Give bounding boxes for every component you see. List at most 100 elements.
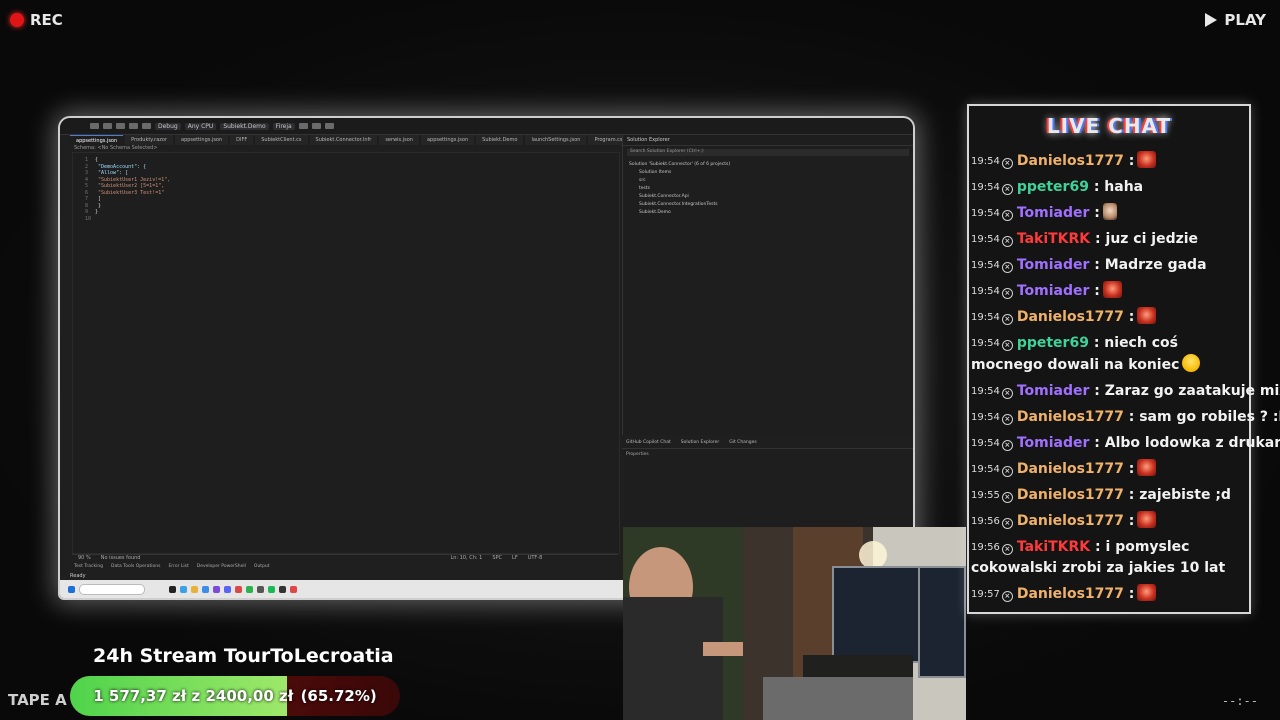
line-ending[interactable]: LF [512,555,518,562]
tree-item[interactable]: Solution 'Subiekt.Connector' (6 of 6 pro… [629,161,907,169]
run-button[interactable]: Fireja [272,122,295,130]
toolbar-icon[interactable] [129,123,138,129]
cursor-position: Ln: 10, Ch: 1 [450,555,483,561]
editor-tab[interactable]: serwis.json [379,135,419,145]
visual-studio-icon[interactable] [213,585,220,593]
bottom-tab[interactable]: Error List [168,564,188,571]
tree-item[interactable]: Solution Items [629,169,907,177]
toolbar-icon[interactable] [90,123,99,129]
startup-select[interactable]: Subiekt.Demo [220,122,269,130]
chat-username[interactable]: Danielos1777 [1017,513,1124,529]
bottom-tab[interactable]: Test Tracking [74,564,103,571]
app-icon[interactable] [290,585,297,593]
tree-item[interactable]: tests [629,185,907,193]
chat-username[interactable]: Tomiader [1017,205,1090,221]
chat-username[interactable]: TakiTKRK [1017,231,1090,247]
indent-mode[interactable]: SPC [492,555,502,562]
properties-panel: Properties [622,450,912,528]
taskbar-search[interactable] [79,583,145,595]
chat-message: 19:54 × ppeter69 : niech coś mocnego dowal… [971,333,1247,376]
chat-username[interactable]: Tomiader [1017,435,1090,451]
message-time: 19:56 [971,516,1000,527]
tree-item[interactable]: Subiekt.Demo [629,209,907,217]
zoom-level[interactable]: 90 % [78,555,91,562]
emote-icon [1137,584,1157,601]
toolbar-icon[interactable] [103,123,112,129]
chat-username[interactable]: TakiTKRK [1017,539,1090,555]
chat-message: 19:56 × TakiTKRK : i pomyslec cokowalski z… [971,537,1247,579]
toolbar-icon[interactable] [298,123,308,129]
chat-username[interactable]: Tomiader [1017,283,1090,299]
chat-username[interactable]: Tomiader [1017,383,1090,399]
emote-icon [1182,354,1201,372]
platform-select[interactable]: Any CPU [184,122,217,130]
message-text: : [1123,309,1135,325]
editor-tab[interactable]: appsettings.json [70,135,124,145]
config-select[interactable]: Debug [155,122,181,130]
editor-tab[interactable]: Produkty.razor [125,135,173,145]
task-view-icon[interactable] [169,585,176,593]
ide-toolbar: Debug Any CPU Subiekt.Demo Fireja [60,118,913,135]
chat-message: 19:54 × Danielos1777 : [971,307,1247,328]
chat-username[interactable]: Danielos1777 [1017,586,1124,602]
toolbar-icon[interactable] [311,123,321,129]
editor-tab[interactable]: appsettings.json [420,135,475,145]
bottom-tab[interactable]: Data Tools Operations [111,564,160,571]
goal-percent: (65.72%) [300,687,377,705]
editor-tab[interactable]: Subiekt.Demo [476,135,524,145]
spotify-icon[interactable] [268,585,275,593]
obs-icon[interactable] [279,585,286,593]
tree-item[interactable]: Subiekt.Connector.IntegrationTests [629,201,907,209]
message-time: 19:54 [971,260,1000,271]
chat-message: 19:54 × Tomiader : [971,281,1247,302]
chat-username[interactable]: Danielos1777 [1017,487,1124,503]
tree-item[interactable]: src [629,177,907,185]
discord-icon[interactable] [224,585,231,593]
chat-username[interactable]: Danielos1777 [1017,309,1124,325]
editor-tab[interactable]: appsettings.json [175,135,229,145]
chat-username[interactable]: Tomiader [1017,257,1090,273]
emote-icon [1137,151,1157,168]
webcam-feed [623,527,966,720]
editor-tab[interactable]: Subiekt.Connector.Infr [309,135,378,145]
toolbar-icon[interactable] [142,123,151,129]
editor-tab[interactable]: SubiektClient.cs [255,135,308,145]
side-tab[interactable]: GitHub Copilot Chat [626,440,671,448]
chat-username[interactable]: Danielos1777 [1017,153,1124,169]
message-time: 19:54 [971,208,1000,219]
bottom-tab[interactable]: Developer PowerShell [197,564,246,571]
app-icon[interactable] [257,585,264,593]
toolbar-icon[interactable] [324,123,334,129]
editor-tab[interactable]: launchSettings.json [525,135,587,145]
windows-start-icon[interactable] [68,585,75,593]
chat-username[interactable]: Danielos1777 [1017,409,1124,425]
message-text: : [1089,283,1100,299]
bottom-tab[interactable]: Output [254,564,270,571]
issues-status[interactable]: No issues found [101,555,141,562]
message-time: 19:54 [971,156,1000,167]
user-badge-icon: × [1001,414,1013,425]
side-tab[interactable]: Solution Explorer [681,440,720,448]
solution-search-input[interactable]: Search Solution Explorer (Ctrl+;) [627,149,909,156]
tree-item[interactable]: Subiekt.Connector.Api [629,193,907,201]
editor-tab[interactable]: DIFF [230,135,254,145]
chat-username[interactable]: Danielos1777 [1017,461,1124,477]
app-icon[interactable] [180,585,187,593]
chat-username[interactable]: ppeter69 [1017,335,1089,351]
app-icon[interactable] [235,585,242,593]
toolbar-icon[interactable] [116,123,125,129]
goal-amount: 1 577,37 zł z 2400,00 zł [93,687,294,705]
ide-status-ready: Ready [70,573,86,579]
app-icon[interactable] [246,585,253,593]
message-text: : Zaraz go zaatakuje mixer [1094,383,1280,399]
folder-icon[interactable] [191,585,198,593]
chat-message: 19:55 × Danielos1777 : zajebiste ;d [971,485,1247,506]
side-tab[interactable]: Git Changes [729,440,757,448]
message-time: 19:55 [971,490,1000,501]
encoding[interactable]: UTF-8 [528,555,543,562]
user-badge-icon: × [1001,544,1013,555]
code-editor[interactable]: 1{2 "DemoAccount": {3 "Allow": [4 "Subie… [72,152,620,554]
chat-message: 19:54 × Tomiader : Albo lodowka z drukarka [971,433,1280,454]
chat-username[interactable]: ppeter69 [1017,179,1089,195]
edge-icon[interactable] [202,585,209,593]
